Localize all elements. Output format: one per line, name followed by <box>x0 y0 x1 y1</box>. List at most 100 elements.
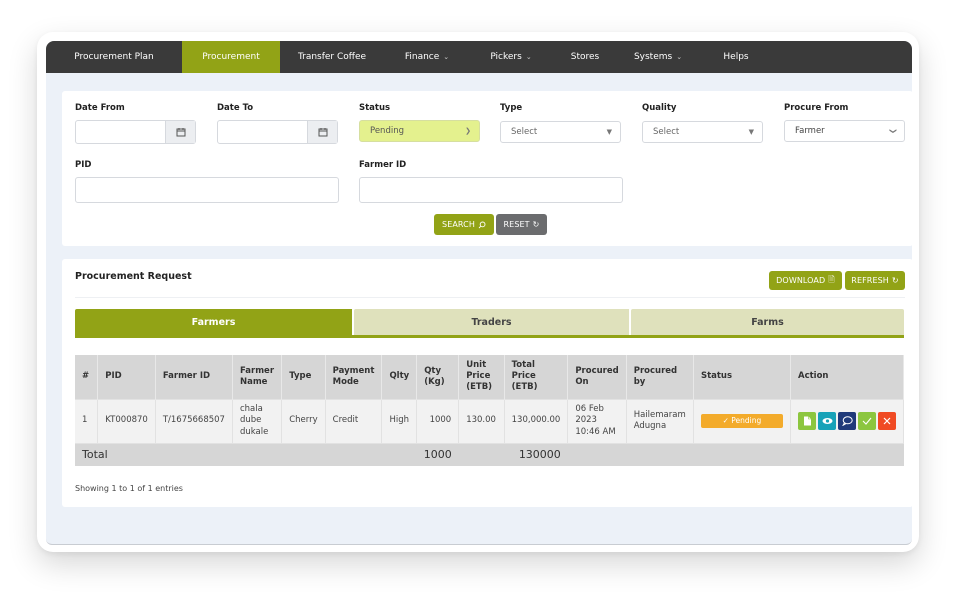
farmer-id-input[interactable] <box>359 177 623 203</box>
cell-farmer-id: T/1675668507 <box>155 398 233 443</box>
view-document-button[interactable] <box>798 412 816 430</box>
col-procured-by[interactable]: Procured by <box>626 355 694 399</box>
cell-actions <box>790 398 904 443</box>
app-screen: Procurement Plan Procurement Transfer Co… <box>46 41 912 545</box>
nav-label: Systems <box>633 52 673 62</box>
nav-procurement[interactable]: Procurement <box>182 41 280 73</box>
approve-button[interactable] <box>858 412 876 430</box>
document-icon: 🗎 <box>828 274 835 284</box>
total-spacer <box>458 442 505 467</box>
nav-label: Procurement <box>202 52 260 62</box>
filter-panel: Date From Date To Status Pending ❯ Type … <box>62 91 912 246</box>
refresh-button[interactable]: REFRESH ↻ <box>845 271 905 290</box>
col-farmer-id[interactable]: Farmer ID <box>155 355 233 399</box>
type-label: Type <box>500 103 523 113</box>
check-icon <box>862 417 872 425</box>
main-nav: Procurement Plan Procurement Transfer Co… <box>46 41 912 73</box>
procure-from-select-value: Farmer <box>795 126 825 136</box>
caret-down-icon: ▼ <box>748 128 754 136</box>
calendar-icon <box>176 128 185 137</box>
quality-select-value: Select <box>653 127 680 137</box>
col-index[interactable]: # <box>75 355 99 399</box>
table-info: Showing 1 to 1 of 1 entries <box>75 484 183 493</box>
col-farmer-name[interactable]: Farmer Name <box>232 355 283 399</box>
search-button[interactable]: SEARCH <box>434 214 494 235</box>
col-total-price[interactable]: Total Price (ETB) <box>504 355 569 399</box>
nav-finance[interactable]: Finance ⌄ <box>384 41 470 73</box>
type-select-value: Select <box>511 127 538 137</box>
cell-qty: 1000 <box>416 398 460 443</box>
procurement-request-panel: Procurement Request DOWNLOAD 🗎 REFRESH ↻… <box>62 259 912 507</box>
eye-icon <box>822 418 832 424</box>
total-price: 130000 <box>504 442 568 467</box>
divider <box>75 297 905 298</box>
col-qty[interactable]: Qty (Kg) <box>416 355 460 399</box>
col-unit-price[interactable]: Unit Price (ETB) <box>458 355 505 399</box>
date-to-calendar-button[interactable] <box>307 121 337 143</box>
cell-total-price: 130,000.00 <box>504 398 569 443</box>
farmer-id-label: Farmer ID <box>359 160 407 170</box>
row-actions <box>798 412 896 430</box>
cell-type: Cherry <box>281 398 326 443</box>
cell-unit-price: 130.00 <box>458 398 505 443</box>
close-icon <box>883 417 891 425</box>
reject-button[interactable] <box>878 412 896 430</box>
col-payment-mode[interactable]: Payment Mode <box>325 355 383 399</box>
col-action: Action <box>790 355 904 399</box>
table-total-row: Total 1000 130000 <box>75 442 904 467</box>
table-header-row: # PID Farmer ID Farmer Name Type Payment… <box>75 355 904 399</box>
download-button-label: DOWNLOAD <box>776 276 826 285</box>
nav-systems[interactable]: Systems ⌄ <box>618 41 698 73</box>
comment-icon <box>841 416 853 426</box>
status-label: Status <box>359 103 391 113</box>
col-pid[interactable]: PID <box>97 355 156 399</box>
cell-payment-mode: Credit <box>325 398 383 443</box>
nav-label: Pickers <box>490 52 522 62</box>
cell-procured-by: Hailemaram Adugna <box>626 398 694 443</box>
type-select[interactable]: Select ▼ <box>500 121 621 143</box>
col-procured-on[interactable]: Procured On <box>567 355 627 399</box>
nav-transfer-coffee[interactable]: Transfer Coffee <box>280 41 384 73</box>
nav-helps[interactable]: Helps <box>698 41 774 73</box>
tab-label: Traders <box>471 316 512 328</box>
refresh-icon: ↻ <box>891 276 899 285</box>
nav-label: Helps <box>723 52 749 62</box>
tab-traders[interactable]: Traders <box>354 309 631 335</box>
search-button-label: SEARCH <box>442 220 475 229</box>
download-button[interactable]: DOWNLOAD 🗎 <box>769 271 842 290</box>
procure-from-select[interactable]: Farmer ❯ <box>784 120 905 142</box>
view-button[interactable] <box>818 412 836 430</box>
col-quality[interactable]: Qlty <box>381 355 418 399</box>
nav-procurement-plan[interactable]: Procurement Plan <box>46 41 182 73</box>
date-to-input[interactable] <box>217 120 338 144</box>
date-from-input[interactable] <box>75 120 196 144</box>
col-status[interactable]: Status <box>693 355 792 399</box>
quality-select[interactable]: Select ▼ <box>642 121 763 143</box>
total-label: Total <box>75 442 417 467</box>
nav-pickers[interactable]: Pickers ⌄ <box>470 41 552 73</box>
nav-stores[interactable]: Stores <box>552 41 618 73</box>
tab-label: Farms <box>751 316 784 328</box>
reset-button[interactable]: RESET ↻ <box>496 214 547 235</box>
date-from-calendar-button[interactable] <box>165 121 195 143</box>
tab-farmers[interactable]: Farmers <box>75 309 354 335</box>
nav-label: Finance <box>404 52 440 62</box>
procure-from-label: Procure From <box>784 103 849 113</box>
document-icon <box>803 416 811 426</box>
search-icon <box>478 221 486 228</box>
pid-label: PID <box>75 160 92 170</box>
calendar-icon <box>318 128 327 137</box>
total-qty: 1000 <box>416 442 459 467</box>
refresh-button-label: REFRESH <box>851 276 889 285</box>
nav-label: Procurement Plan <box>74 52 154 62</box>
status-select-value: Pending <box>370 126 404 136</box>
status-select[interactable]: Pending ❯ <box>359 120 480 142</box>
tab-farms[interactable]: Farms <box>631 309 904 335</box>
comment-button[interactable] <box>838 412 856 430</box>
date-to-label: Date To <box>217 103 254 113</box>
panel-title: Procurement Request <box>75 271 192 282</box>
pid-input[interactable] <box>75 177 339 203</box>
col-type[interactable]: Type <box>281 355 326 399</box>
cell-status: ✓ Pending <box>693 398 792 443</box>
nav-label: Transfer Coffee <box>297 52 367 62</box>
